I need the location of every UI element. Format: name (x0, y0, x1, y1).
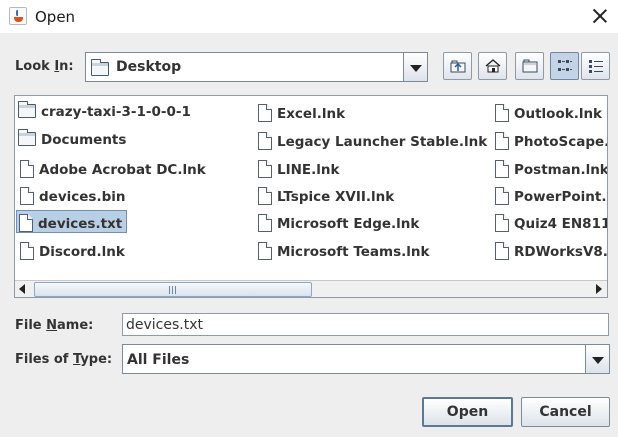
title-bar: Open (0, 0, 618, 33)
file-icon (20, 187, 34, 205)
list-item[interactable]: Excel.lnk (256, 101, 348, 124)
file-icon (20, 160, 34, 178)
list-item[interactable]: Legacy Launcher Stable.lnk (256, 129, 490, 152)
details-view-button[interactable] (581, 52, 610, 80)
file-icon (258, 104, 272, 122)
list-item[interactable]: LTspice XVII.lnk (256, 184, 397, 207)
details-view-icon (589, 60, 603, 73)
file-list[interactable]: crazy-taxi-3-1-0-0-1 Documents Adobe Acr… (14, 95, 608, 298)
file-type-value: All Files (127, 352, 190, 368)
file-icon (258, 160, 272, 178)
list-item[interactable]: Quiz4 EN811 (493, 211, 607, 234)
list-item[interactable]: Outlook.lnk (493, 101, 605, 124)
home-button[interactable] (478, 52, 507, 80)
list-item[interactable]: devices.bin (18, 184, 128, 207)
scroll-right-icon[interactable] (590, 281, 607, 297)
up-folder-icon (450, 60, 466, 73)
folder-icon (18, 129, 36, 146)
new-folder-button[interactable] (515, 52, 544, 80)
list-item[interactable]: Postman.lnk (493, 157, 607, 180)
java-app-icon (9, 7, 27, 25)
file-icon (495, 104, 509, 122)
list-view-button[interactable] (550, 52, 579, 80)
cancel-button[interactable]: Cancel (521, 397, 610, 427)
look-in-value: Desktop (116, 59, 182, 75)
file-icon (258, 187, 272, 205)
file-name-field[interactable]: devices.txt (122, 313, 609, 336)
file-icon (258, 242, 272, 260)
list-item[interactable]: Adobe Acrobat DC.lnk (18, 157, 209, 180)
list-item[interactable]: Microsoft Teams.lnk (256, 239, 432, 262)
scrollbar-thumb[interactable] (34, 282, 312, 297)
scroll-left-icon[interactable] (15, 281, 32, 297)
list-item[interactable]: PhotoScape. (493, 129, 607, 152)
list-item[interactable]: PowerPoint.l (493, 184, 607, 207)
new-folder-icon (522, 59, 538, 73)
list-item[interactable]: Microsoft Edge.lnk (256, 211, 422, 234)
file-name-label: File Name: (15, 318, 94, 333)
grip-icon (169, 286, 176, 294)
file-icon (495, 214, 509, 232)
list-item[interactable]: crazy-taxi-3-1-0-0-1 (16, 101, 194, 124)
file-type-label: Files of Type: (15, 352, 113, 367)
list-item[interactable]: Discord.lnk (18, 239, 128, 262)
close-icon[interactable] (586, 2, 614, 30)
list-view-icon (558, 60, 572, 71)
list-item[interactable]: RDWorksV8.l (493, 239, 607, 262)
chevron-down-icon[interactable] (403, 53, 427, 81)
list-item[interactable]: LINE.lnk (256, 157, 343, 180)
open-button[interactable]: Open (422, 397, 513, 427)
file-icon (258, 214, 272, 232)
list-item[interactable]: Documents (16, 129, 129, 152)
chevron-down-icon[interactable] (585, 345, 609, 373)
folder-icon (18, 101, 36, 118)
file-icon (20, 242, 34, 260)
home-icon (485, 59, 501, 73)
file-type-combo[interactable]: All Files (122, 344, 610, 374)
file-icon (258, 132, 272, 150)
look-in-label: Look In: (15, 59, 74, 74)
horizontal-scrollbar[interactable] (15, 280, 607, 297)
file-icon (495, 160, 509, 178)
up-one-level-button[interactable] (443, 52, 472, 80)
file-icon (495, 242, 509, 260)
look-in-combo[interactable]: Desktop (85, 52, 428, 82)
list-item-selected[interactable]: devices.txt (16, 210, 127, 233)
file-icon (19, 214, 33, 232)
file-icon (495, 132, 509, 150)
file-icon (495, 187, 509, 205)
window-title: Open (35, 8, 76, 26)
folder-icon (91, 59, 109, 76)
